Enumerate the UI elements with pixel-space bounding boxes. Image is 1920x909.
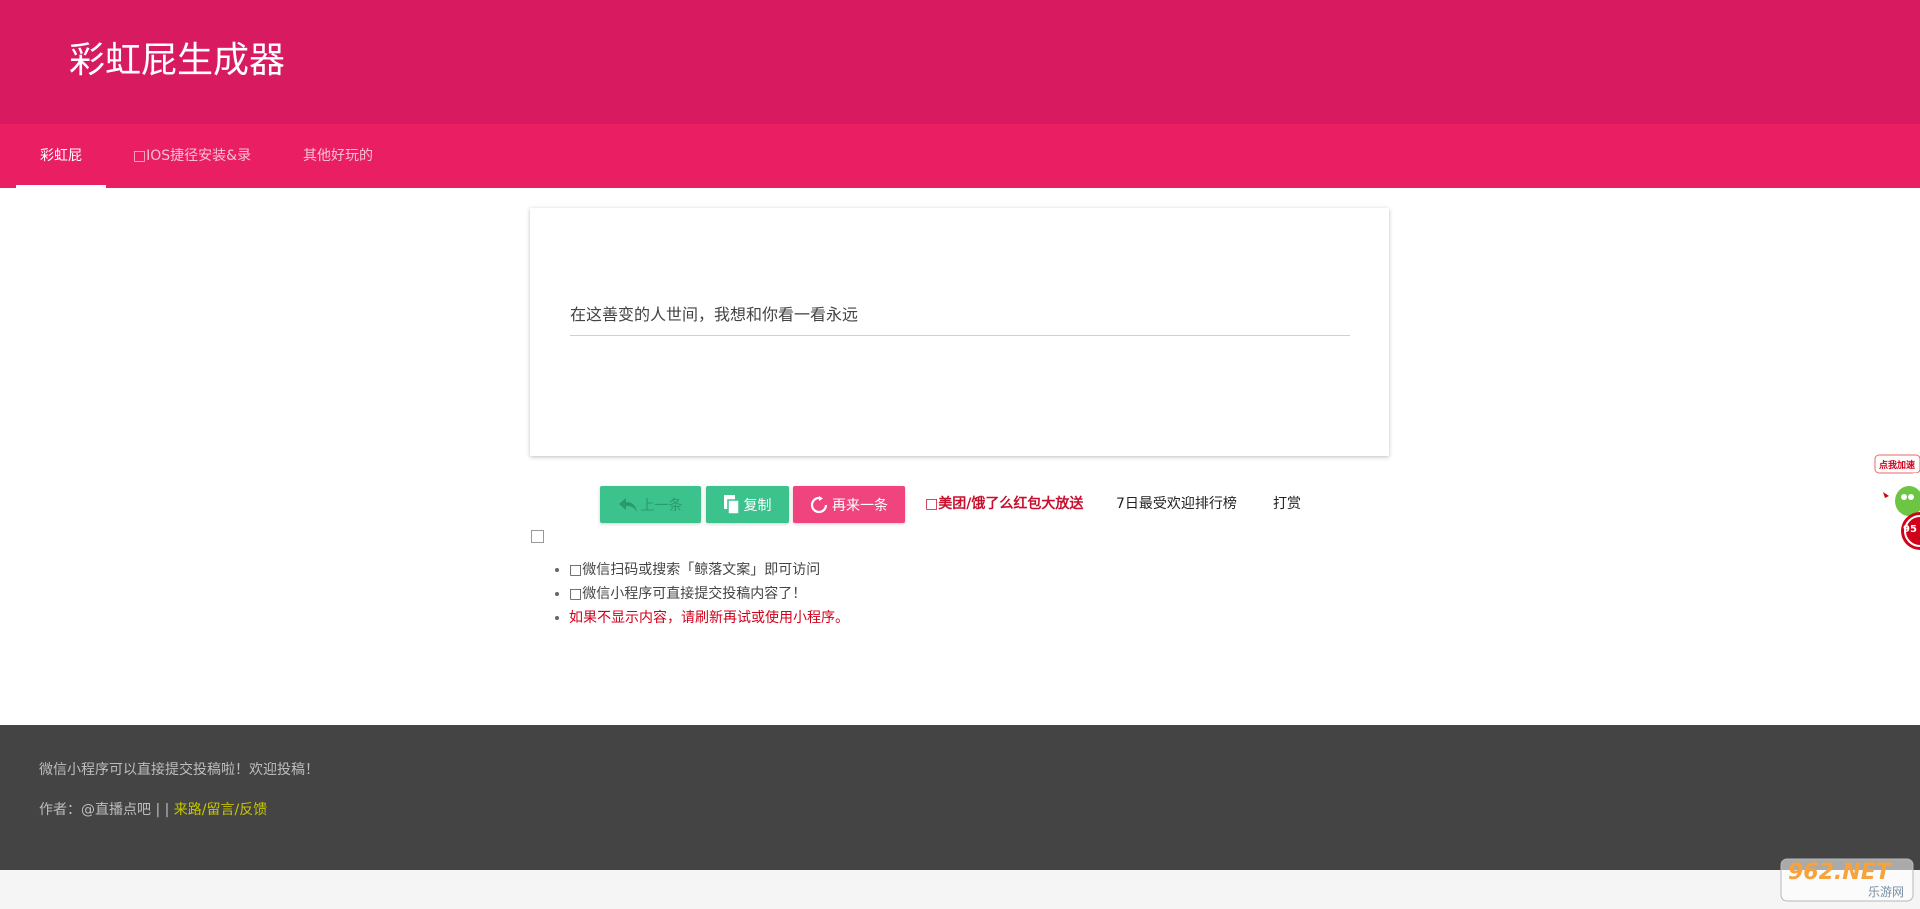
notes-list: □微信扫码或搜索「鲸落文案」即可访问 □微信小程序可直接提交投稿内容了！ 如果不… [555, 558, 849, 630]
watermark-sub: 乐游网 [1868, 885, 1905, 899]
tab-bar: 彩虹屁 □IOS捷径安装&录屏 其他好玩的 [0, 124, 1920, 228]
speedup-label: 点我加速 [1879, 461, 1916, 471]
site-watermark: 962.NET 乐游网 [1780, 858, 1914, 902]
main-content: 在这善变的人世间，我想和你看一看永远 上一条 复制 再来一条 □美团/饿了么红包… [0, 188, 1920, 725]
footer: 微信小程序可以直接提交投稿啦！欢迎投稿！ 作者：@直播点吧 | | 来路/留言/… [0, 725, 1920, 870]
app-header: 彩虹屁生成器 [0, 0, 1920, 124]
tip-link[interactable]: 打赏 [1273, 486, 1301, 523]
note-item-refresh-warning: 如果不显示内容，请刷新再试或使用小程序。 [555, 606, 849, 630]
red-packet-promo-link[interactable]: □美团/饿了么红包大放送 [925, 486, 1083, 523]
tab-rainbow-compliment[interactable]: 彩虹屁 [16, 124, 106, 188]
refresh-icon [810, 495, 828, 514]
watermark-brand: 962.NET [1788, 860, 1891, 885]
note-item-wechat-search: □微信扫码或搜索「鲸落文案」即可访问 [555, 558, 849, 582]
tab-ios-shortcut[interactable]: □IOS捷径安装&录屏 [126, 124, 258, 228]
previous-button-label: 上一条 [640, 497, 683, 514]
app-title: 彩虹屁生成器 [69, 40, 286, 81]
tab-other-fun[interactable]: 其他好玩的 [296, 124, 380, 188]
author-credit: 作者：@直播点吧 | | [39, 802, 170, 818]
reply-arrow-icon [618, 497, 637, 512]
footer-submission-note: 微信小程序可以直接提交投稿啦！欢迎投稿！ [39, 762, 319, 778]
previous-button[interactable]: 上一条 [600, 486, 701, 523]
next-button[interactable]: 再来一条 [793, 486, 905, 523]
quote-card: 在这善变的人世间，我想和你看一看永远 [530, 208, 1389, 456]
quote-text[interactable]: 在这善变的人世间，我想和你看一看永远 [570, 302, 1350, 336]
copy-icon [723, 494, 740, 515]
speedup-widget[interactable]: 点我加速 95 [1873, 451, 1920, 561]
note-item-miniprogram: □微信小程序可直接提交投稿内容了！ [555, 582, 849, 606]
footer-author-line: 作者：@直播点吧 | | 来路/留言/反馈 [39, 799, 267, 819]
weekly-ranking-link[interactable]: 7日最受欢迎排行榜 [1116, 486, 1237, 523]
copy-button[interactable]: 复制 [706, 486, 789, 523]
checkbox[interactable] [531, 530, 544, 543]
copy-button-label: 复制 [743, 497, 772, 514]
speedup-number: 95 [1903, 524, 1917, 535]
feedback-link[interactable]: 来路/留言/反馈 [174, 802, 267, 818]
next-button-label: 再来一条 [832, 497, 888, 514]
